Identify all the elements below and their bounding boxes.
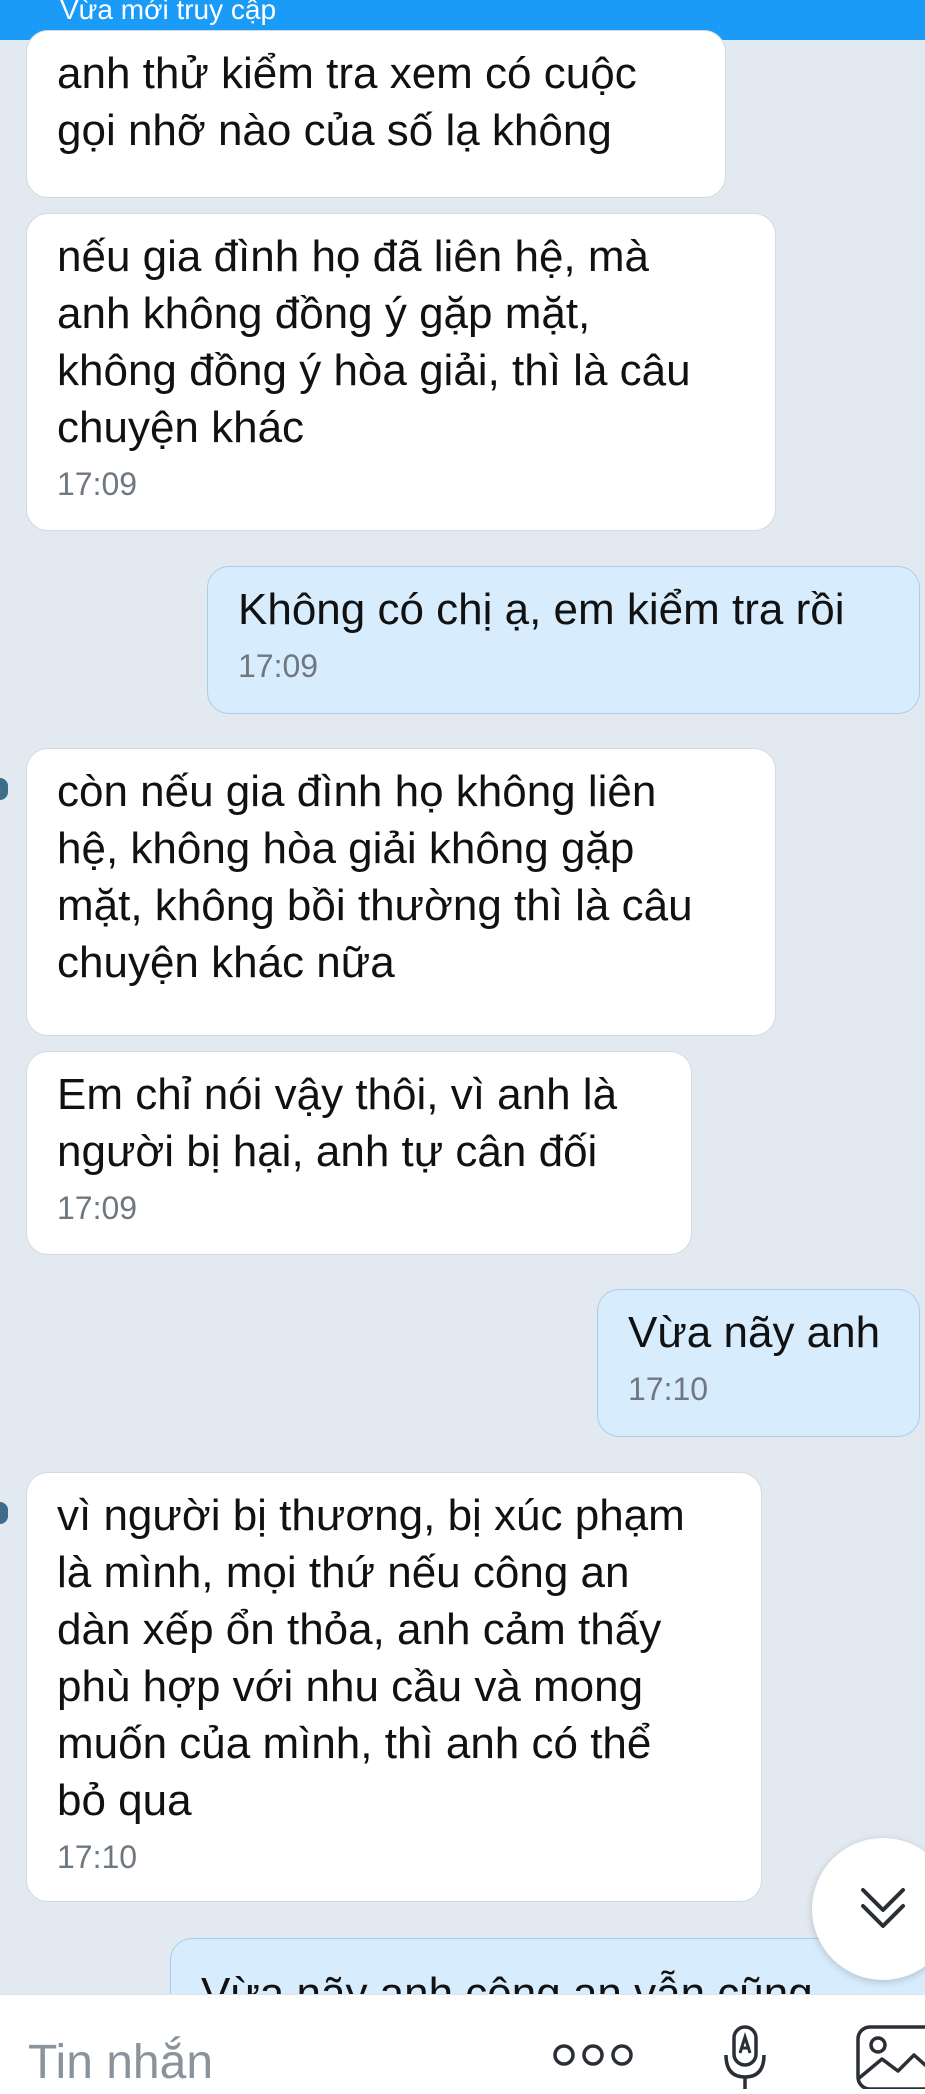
message-text: Em chỉ nói vậy thôi, vì anh là người bị … (57, 1070, 618, 1176)
message-composer: Tin nhắn (0, 1994, 925, 2094)
avatar[interactable] (0, 778, 8, 800)
message-time: 17:09 (57, 466, 138, 502)
message-bubble-incoming[interactable]: nếu gia đình họ đã liên hệ, mà anh không… (26, 213, 776, 531)
more-dots-icon[interactable] (550, 2041, 636, 2069)
message-text: anh thử kiểm tra xem có cuộc gọi nhỡ nào… (57, 49, 637, 155)
image-icon[interactable] (854, 2023, 925, 2089)
message-text: còn nếu gia đình họ không liên hệ, không… (57, 767, 693, 987)
message-bubble-outgoing[interactable]: Không có chị ạ, em kiểm tra rồi 17:09 (207, 566, 920, 714)
message-time: 17:09 (57, 1190, 138, 1226)
message-time: 17:10 (628, 1371, 709, 1407)
avatar[interactable] (0, 1502, 8, 1524)
message-text: nếu gia đình họ đã liên hệ, mà anh không… (57, 232, 691, 452)
message-time: 17:09 (238, 648, 319, 684)
message-input[interactable]: Tin nhắn (28, 2033, 213, 2093)
double-chevron-down-icon (861, 1888, 905, 1928)
message-bubble-incoming[interactable]: còn nếu gia đình họ không liên hệ, không… (26, 748, 776, 1036)
message-text: vì người bị thương, bị xúc phạm là mình,… (57, 1491, 685, 1825)
message-bubble-incoming[interactable]: anh thử kiểm tra xem có cuộc gọi nhỡ nào… (26, 30, 726, 198)
message-bubble-incoming[interactable]: vì người bị thương, bị xúc phạm là mình,… (26, 1472, 762, 1902)
message-text: Không có chị ạ, em kiểm tra rồi (238, 585, 845, 634)
message-bubble-incoming[interactable]: Em chỉ nói vậy thôi, vì anh là người bị … (26, 1051, 692, 1255)
message-text: Vừa nãy anh (628, 1308, 881, 1357)
message-time: 17:10 (57, 1839, 138, 1875)
last-seen-status: Vừa mới truy cập (60, 0, 277, 25)
message-bubble-outgoing[interactable]: Vừa nãy anh 17:10 (597, 1289, 920, 1437)
microphone-icon[interactable] (716, 2023, 776, 2091)
